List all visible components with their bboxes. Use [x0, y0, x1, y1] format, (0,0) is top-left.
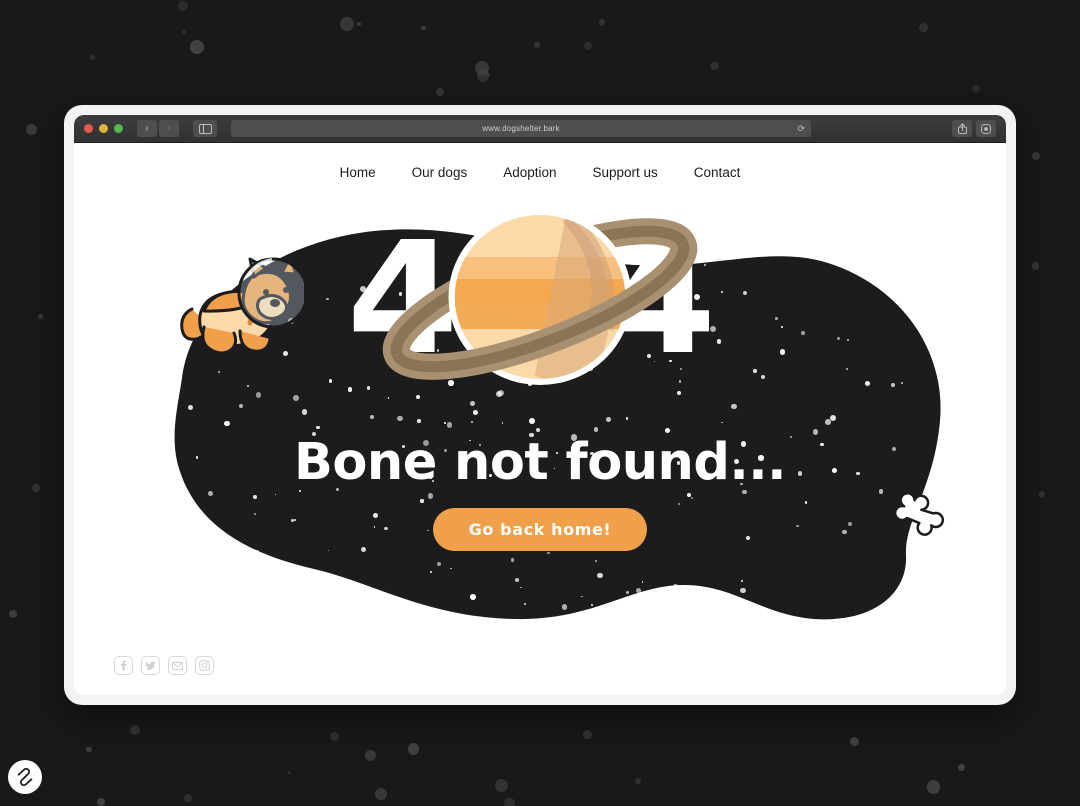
go-back-home-button[interactable]: Go back home! [432, 508, 648, 551]
share-icon[interactable] [952, 120, 972, 137]
envelope-glyph-icon [172, 661, 183, 670]
close-window-button[interactable] [84, 124, 93, 133]
social-links [114, 656, 214, 675]
back-button[interactable]: ‹ [137, 120, 157, 137]
nav-item-adoption[interactable]: Adoption [503, 165, 556, 180]
address-bar[interactable]: www.dogshelter.bark ⟳ [231, 120, 811, 137]
reload-icon[interactable]: ⟳ [797, 123, 805, 134]
twitter-icon[interactable] [141, 656, 160, 675]
maximize-window-button[interactable] [114, 124, 123, 133]
error-tagline: Bone not found... [293, 433, 787, 492]
instagram-glyph-icon [199, 660, 210, 671]
brand-logo-badge[interactable] [8, 760, 42, 794]
squarespace-logo-icon [17, 767, 33, 787]
sidebar-glyph-icon [198, 123, 212, 134]
facebook-glyph-icon [121, 660, 127, 671]
nav-item-support-us[interactable]: Support us [593, 165, 658, 180]
site-navigation: Home Our dogs Adoption Support us Contac… [74, 165, 1006, 180]
nav-item-our-dogs[interactable]: Our dogs [412, 165, 468, 180]
nav-item-home[interactable]: Home [340, 165, 376, 180]
email-icon[interactable] [168, 656, 187, 675]
minimize-window-button[interactable] [99, 124, 108, 133]
forward-button[interactable]: › [159, 120, 179, 137]
new-tab-icon[interactable] [976, 120, 996, 137]
new-tab-glyph-icon [981, 123, 991, 134]
astronaut-dog-illustration [180, 255, 304, 355]
navigation-buttons: ‹ › [137, 120, 179, 137]
share-glyph-icon [957, 123, 967, 134]
browser-window: ‹ › www.dogshelter.bark ⟳ Home Our dogs … [64, 105, 1016, 705]
window-controls [84, 124, 123, 133]
browser-toolbar: ‹ › www.dogshelter.bark ⟳ [74, 115, 1006, 143]
instagram-icon[interactable] [195, 656, 214, 675]
twitter-glyph-icon [145, 661, 156, 670]
url-text: www.dogshelter.bark [482, 124, 560, 133]
sidebar-toggle-icon[interactable] [193, 120, 217, 137]
nav-item-contact[interactable]: Contact [694, 165, 741, 180]
toolbar-right-actions [952, 120, 996, 137]
browser-inner: ‹ › www.dogshelter.bark ⟳ Home Our dogs … [74, 115, 1006, 695]
page-content: Home Our dogs Adoption Support us Contac… [74, 143, 1006, 695]
cta-container: Go back home! [74, 508, 1006, 551]
facebook-icon[interactable] [114, 656, 133, 675]
